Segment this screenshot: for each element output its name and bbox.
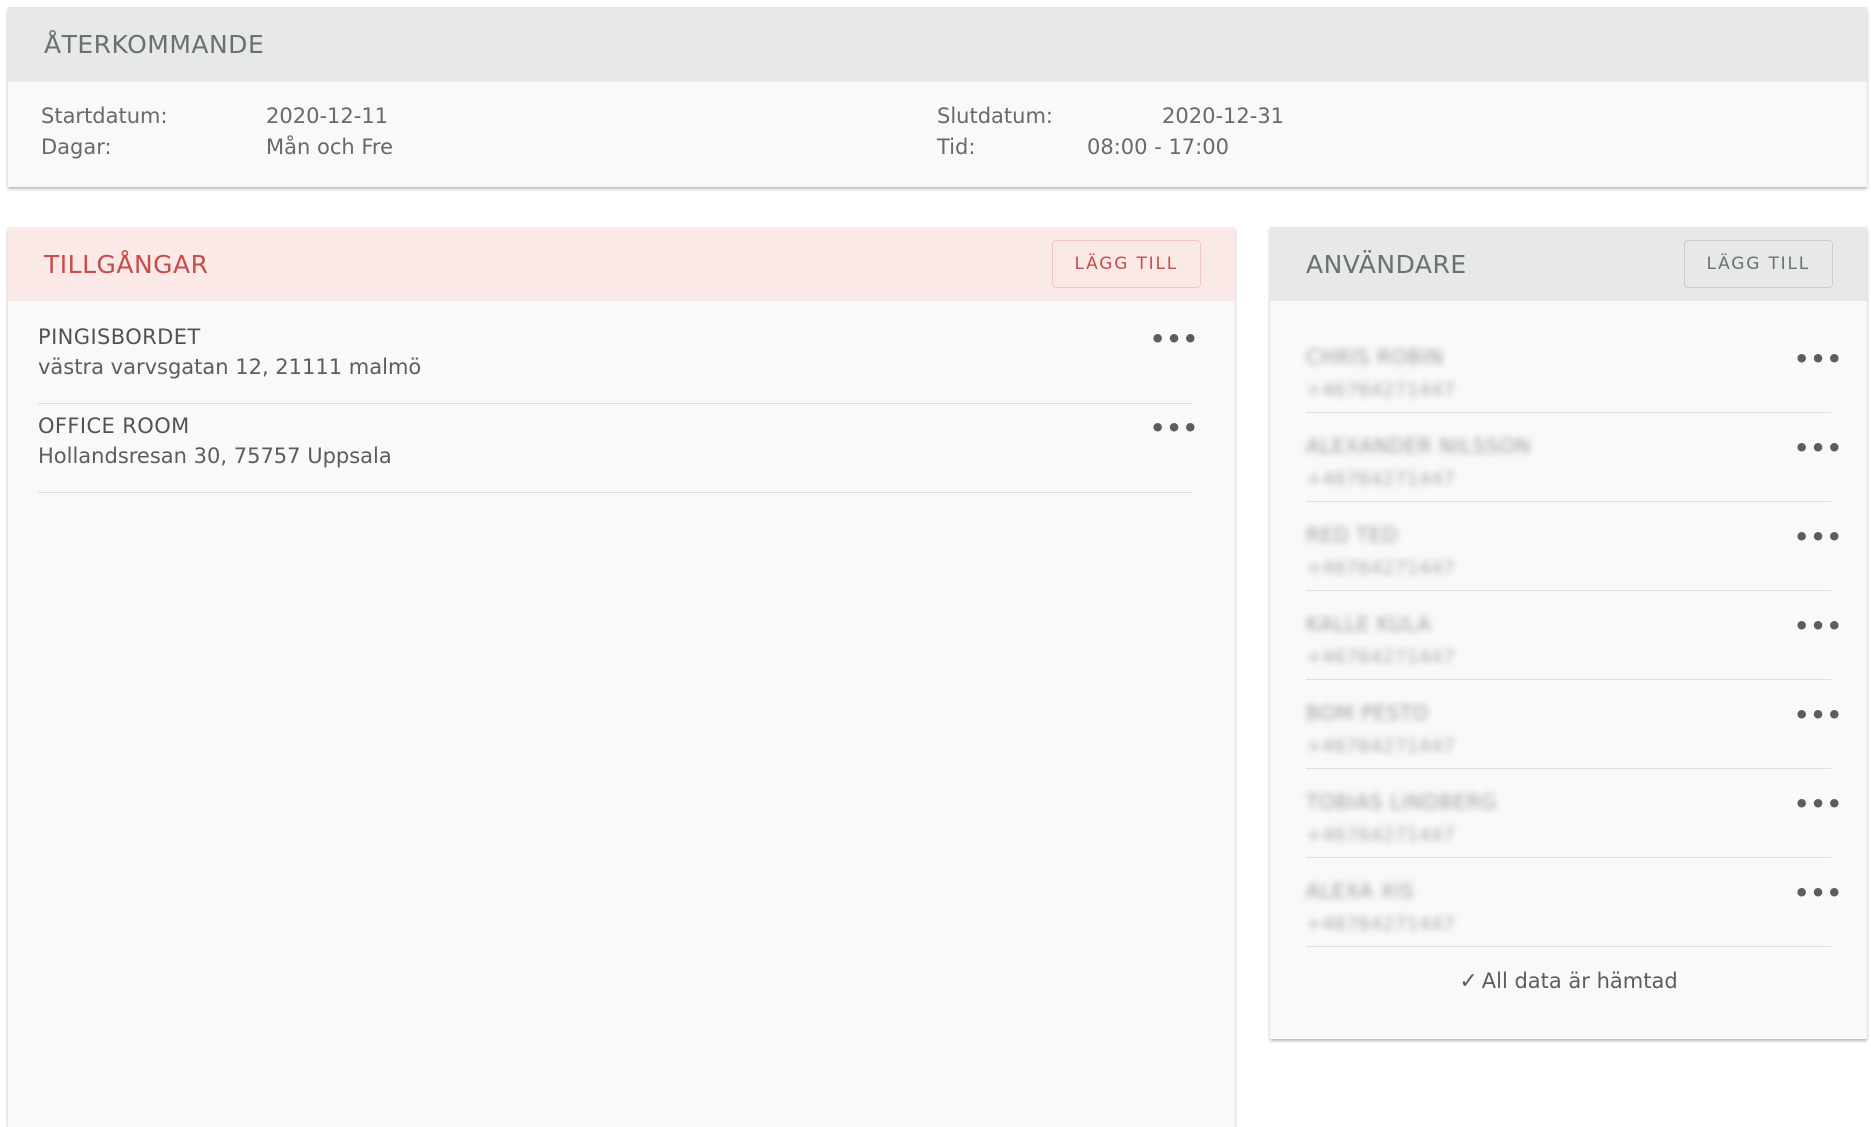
user-phone: +46764271447	[1306, 824, 1455, 846]
assets-card: TILLGÅNGAR LÄGG TILL PINGISBORDET västra…	[8, 227, 1235, 1127]
days-value: Mån och Fre	[266, 135, 393, 159]
users-title: ANVÄNDARE	[1306, 249, 1467, 279]
user-item[interactable]: TOBIAS LINDBERG +46764271447 •••	[1306, 768, 1842, 858]
load-status: ✓ All data är hämtad	[1270, 969, 1867, 994]
more-horizontal-icon[interactable]: •••	[1794, 614, 1843, 638]
days-label: Dagar:	[41, 135, 112, 159]
user-name: TOBIAS LINDBERG	[1306, 790, 1497, 814]
user-name: ALEXANDER NILSSON	[1306, 434, 1531, 458]
asset-name: PINGISBORDET	[38, 325, 201, 349]
users-card: ANVÄNDARE LÄGG TILL CHRIS ROBIN +4676427…	[1270, 227, 1867, 1039]
check-icon: ✓	[1459, 969, 1478, 994]
recurring-card: ÅTERKOMMANDE Startdatum: 2020-12-11 Daga…	[8, 7, 1867, 187]
user-item[interactable]: RED TED +46764271447 •••	[1306, 501, 1842, 591]
user-phone: +46764271447	[1306, 913, 1455, 935]
user-name: KALLE KULA	[1306, 612, 1432, 636]
users-header: ANVÄNDARE LÄGG TILL	[1270, 227, 1867, 301]
time-value: 08:00 - 17:00	[1087, 135, 1229, 159]
user-phone: +46764271447	[1306, 735, 1455, 757]
time-label: Tid:	[937, 135, 976, 159]
user-name: BOM PESTO	[1306, 701, 1429, 725]
more-horizontal-icon[interactable]: •••	[1794, 881, 1843, 905]
more-horizontal-icon[interactable]: •••	[1794, 703, 1843, 727]
user-item[interactable]: KALLE KULA +46764271447 •••	[1306, 590, 1842, 680]
more-horizontal-icon[interactable]: •••	[1150, 327, 1199, 351]
user-name: RED TED	[1306, 523, 1399, 547]
more-horizontal-icon[interactable]: •••	[1794, 792, 1843, 816]
asset-address: Hollandsresan 30, 75757 Uppsala	[38, 444, 392, 468]
more-horizontal-icon[interactable]: •••	[1794, 436, 1843, 460]
recurring-header: ÅTERKOMMANDE	[8, 7, 1867, 82]
user-item[interactable]: ALEXA XIS +46764271447 •••	[1306, 857, 1842, 947]
add-asset-button[interactable]: LÄGG TILL	[1051, 240, 1201, 288]
user-phone: +46764271447	[1306, 379, 1455, 401]
user-item[interactable]: ALEXANDER NILSSON +46764271447 •••	[1306, 412, 1842, 502]
asset-item[interactable]: OFFICE ROOM Hollandsresan 30, 75757 Upps…	[38, 404, 1198, 493]
user-phone: +46764271447	[1306, 646, 1455, 668]
end-date-label: Slutdatum:	[937, 104, 1053, 128]
user-item[interactable]: BOM PESTO +46764271447 •••	[1306, 679, 1842, 769]
more-horizontal-icon[interactable]: •••	[1794, 347, 1843, 371]
recurring-title: ÅTERKOMMANDE	[44, 30, 265, 59]
load-status-text: All data är hämtad	[1481, 969, 1678, 993]
assets-header: TILLGÅNGAR LÄGG TILL	[8, 227, 1235, 301]
add-user-button[interactable]: LÄGG TILL	[1683, 240, 1833, 288]
assets-title: TILLGÅNGAR	[44, 249, 209, 279]
user-phone: +46764271447	[1306, 468, 1455, 490]
asset-address: västra varvsgatan 12, 21111 malmö	[38, 355, 422, 379]
more-horizontal-icon[interactable]: •••	[1794, 525, 1843, 549]
end-date-value: 2020-12-31	[1162, 104, 1285, 128]
start-date-value: 2020-12-11	[266, 104, 389, 128]
asset-item[interactable]: PINGISBORDET västra varvsgatan 12, 21111…	[38, 315, 1198, 404]
asset-name: OFFICE ROOM	[38, 414, 190, 438]
user-name: CHRIS ROBIN	[1306, 345, 1444, 369]
user-phone: +46764271447	[1306, 557, 1455, 579]
start-date-label: Startdatum:	[41, 104, 168, 128]
user-item[interactable]: CHRIS ROBIN +46764271447 •••	[1306, 323, 1842, 413]
user-name: ALEXA XIS	[1306, 879, 1414, 903]
more-horizontal-icon[interactable]: •••	[1150, 416, 1199, 440]
